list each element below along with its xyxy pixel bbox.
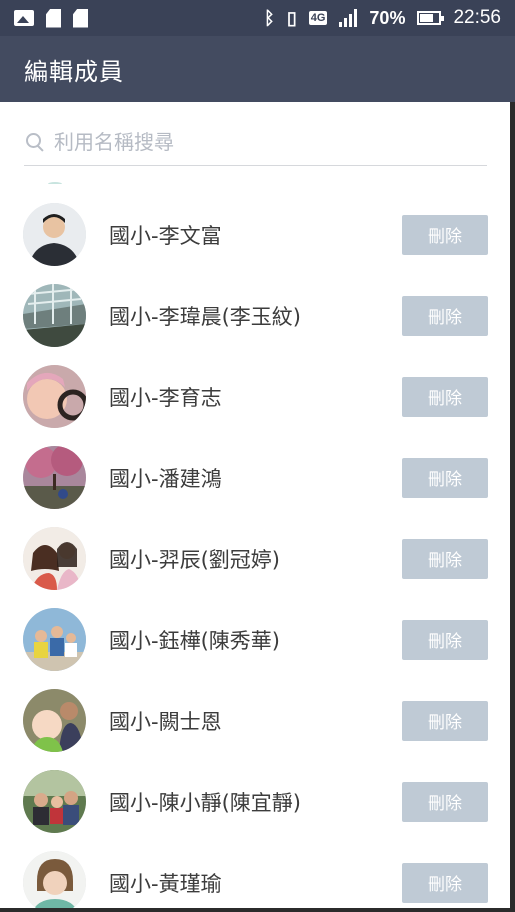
clock: 22:56 [453, 7, 501, 28]
search-icon [24, 131, 46, 153]
delete-button[interactable]: 刪除 [402, 295, 488, 336]
member-name: 國小-鈺樺(陳秀華) [109, 628, 280, 653]
delete-button[interactable]: 刪除 [402, 457, 488, 498]
avatar[interactable] [23, 365, 86, 428]
window-edge [510, 102, 515, 912]
status-bar: ᛒ ▯ 4G 70% 22:56 [0, 0, 515, 36]
member-name: 國小-羿辰(劉冠婷) [109, 547, 280, 572]
delete-button[interactable]: 刪除 [402, 619, 488, 660]
member-name: 國小-李育志 [109, 385, 222, 410]
member-name: 國小-李瑋晨(李玉紋) [109, 304, 301, 329]
battery-icon [417, 11, 445, 25]
avatar[interactable] [23, 608, 86, 671]
list-item[interactable]: 國小-李育志 刪除 [0, 356, 515, 437]
search-input[interactable] [54, 121, 487, 162]
status-right: ᛒ ▯ 4G 70% 22:56 [264, 7, 501, 29]
avatar[interactable] [23, 446, 86, 509]
avatar[interactable] [23, 203, 86, 266]
search-box[interactable] [24, 118, 487, 166]
delete-button[interactable]: 刪除 [402, 862, 488, 903]
list-item[interactable]: 國小-陳小靜(陳宜靜) 刪除 [0, 761, 515, 842]
member-name: 國小-李文富 [109, 223, 222, 248]
member-name: 國小-陳小靜(陳宜靜) [109, 790, 301, 815]
member-name: 國小-闕士恩 [109, 709, 222, 734]
vibrate-icon: ▯ [286, 7, 297, 28]
window-edge [0, 908, 515, 912]
sd-card-icon [73, 8, 88, 28]
list-item[interactable]: 國小-李文富 刪除 [0, 194, 515, 275]
delete-button[interactable]: 刪除 [402, 700, 488, 741]
member-name: 國小-黃瑾瑜 [109, 871, 222, 896]
delete-button[interactable]: 刪除 [402, 376, 488, 417]
list-item[interactable]: 國小-李瑋晨(李玉紋) 刪除 [0, 275, 515, 356]
4g-icon: 4G [308, 11, 328, 25]
scroll-edge-indicator [48, 182, 62, 186]
member-list[interactable]: 國小-李文富 刪除 國小-李瑋晨(李玉紋) 刪除 國小-李育志 刪除 國小-潘建… [0, 194, 515, 912]
avatar[interactable] [23, 689, 86, 752]
list-item[interactable]: 國小-鈺樺(陳秀華) 刪除 [0, 599, 515, 680]
sd-card-icon [46, 8, 61, 28]
avatar[interactable] [23, 851, 86, 912]
list-item[interactable]: 國小-闕士恩 刪除 [0, 680, 515, 761]
battery-percent: 70% [369, 7, 406, 28]
bluetooth-icon: ᛒ [264, 7, 275, 28]
image-icon [14, 10, 34, 26]
page-title: 編輯成員 [24, 57, 124, 86]
member-name: 國小-潘建鴻 [109, 466, 222, 491]
delete-button[interactable]: 刪除 [402, 538, 488, 579]
avatar[interactable] [23, 770, 86, 833]
status-left [14, 8, 88, 28]
avatar[interactable] [23, 527, 86, 590]
list-item[interactable]: 國小-潘建鴻 刪除 [0, 437, 515, 518]
delete-button[interactable]: 刪除 [402, 214, 488, 255]
delete-button[interactable]: 刪除 [402, 781, 488, 822]
list-item[interactable]: 國小-黃瑾瑜 刪除 [0, 842, 515, 912]
avatar[interactable] [23, 284, 86, 347]
signal-icon [339, 9, 358, 27]
app-header: 編輯成員 [0, 36, 515, 102]
list-item[interactable]: 國小-羿辰(劉冠婷) 刪除 [0, 518, 515, 599]
